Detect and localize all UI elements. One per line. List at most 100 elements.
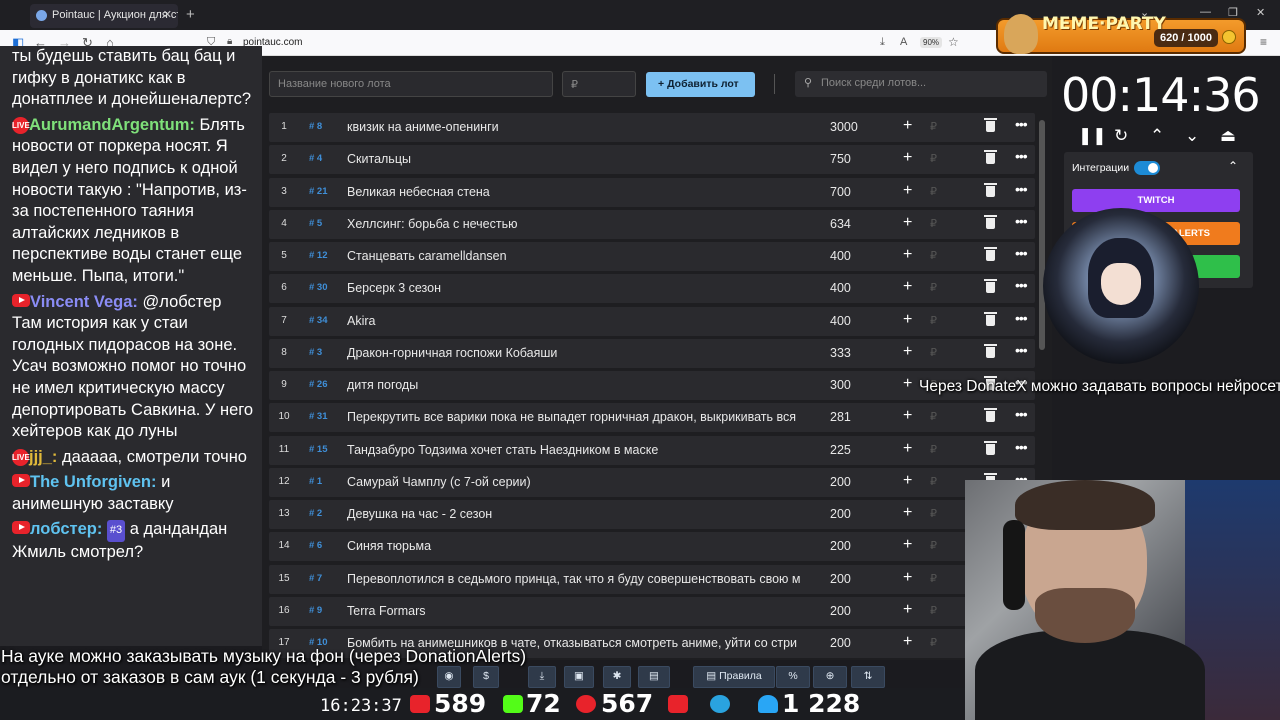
more-options-icon[interactable]: •••	[1015, 406, 1028, 422]
lot-list-scrollbar[interactable]	[1039, 120, 1045, 350]
lot-row[interactable]: 13# 2Девушка на час - 2 сезон200+₽•••	[269, 500, 1035, 529]
lot-row[interactable]: 12 # 1 Самурай Чамплу (с 7-ой серии) 200 + ₽ •…	[269, 467, 1035, 497]
lot-name[interactable]: Перекрутить все варики пока не выпадет г…	[347, 410, 811, 424]
lot-row[interactable]: 7 # 34 Akira 400 + ₽ •••	[269, 306, 1035, 336]
add-amount-icon[interactable]: +	[903, 536, 912, 554]
add-amount-input[interactable]: ₽	[930, 410, 937, 423]
lot-row[interactable]: 10 # 31 Перекрутить все варики пока не вып…	[269, 403, 1035, 433]
lot-amount[interactable]: 200	[830, 475, 851, 489]
more-options-icon[interactable]: •••	[1015, 181, 1028, 197]
add-amount-input[interactable]: ₽	[930, 185, 937, 198]
add-amount-input[interactable]: ₽	[930, 475, 937, 488]
bug-icon[interactable]: ✱	[603, 666, 631, 688]
lot-name[interactable]: Скитальцы	[347, 152, 811, 166]
lot-name[interactable]: Станцевать caramelldansen	[347, 249, 811, 263]
lot-row[interactable]: 15 # 7 Перевоплотился в седьмого принца, т…	[269, 564, 1035, 594]
zoom-level[interactable]: 90%	[920, 37, 943, 48]
percent-button[interactable]: %	[776, 666, 810, 688]
pause-icon[interactable]: ❚❚	[1078, 126, 1107, 146]
lot-name[interactable]: Синяя тюрьма	[347, 539, 811, 553]
close-window-icon[interactable]: ✕	[1256, 6, 1265, 19]
lot-amount-input[interactable]: ₽	[562, 71, 636, 97]
add-amount-input[interactable]: ₽	[930, 539, 937, 552]
add-amount-icon[interactable]: +	[903, 440, 912, 458]
lot-name[interactable]: Хеллсинг: борьба с нечестью	[347, 217, 811, 231]
lot-search-input[interactable]: ⚲ Поиск среди лотов...	[795, 71, 1047, 97]
lot-name[interactable]: Дракон-горничная госпожи Кобаяши	[347, 346, 811, 360]
delete-icon[interactable]	[984, 440, 997, 455]
add-amount-input[interactable]: ₽	[930, 572, 937, 585]
more-options-icon[interactable]: •••	[1015, 245, 1028, 261]
lot-amount[interactable]: 281	[830, 410, 851, 424]
lot-amount[interactable]: 400	[830, 314, 851, 328]
add-amount-icon[interactable]: +	[903, 633, 912, 651]
reset-icon[interactable]: ↻	[1114, 126, 1128, 146]
lot-name[interactable]: Берсерк 3 сезон	[347, 281, 811, 295]
lot-amount[interactable]: 200	[830, 572, 851, 586]
clear-icon[interactable]: ▤	[638, 666, 670, 688]
delete-icon[interactable]	[984, 247, 997, 261]
add-amount-icon[interactable]: +	[903, 569, 912, 587]
more-options-icon[interactable]: •••	[1015, 148, 1028, 164]
add-amount-input[interactable]: ₽	[930, 217, 937, 230]
more-options-icon[interactable]: •••	[1015, 439, 1028, 455]
delete-icon[interactable]	[984, 214, 997, 229]
lot-name[interactable]: Akira	[347, 314, 811, 328]
add-amount-input[interactable]: ₽	[930, 281, 937, 294]
delete-icon[interactable]	[984, 279, 997, 294]
save-icon[interactable]: ▣	[564, 666, 594, 688]
lot-row[interactable]: 4 # 5 Хеллсинг: борьба с нечестью 634 + ₽ •••	[269, 209, 1035, 239]
lot-amount[interactable]: 634	[830, 217, 851, 231]
add-amount-icon[interactable]: +	[903, 504, 912, 522]
chevron-up-icon[interactable]: ⌃	[1228, 159, 1238, 173]
add-amount-input[interactable]: ₽	[930, 249, 937, 262]
lot-row[interactable]: 6 # 30 Берсерк 3 сезон 400 + ₽ •••	[269, 274, 1035, 304]
lot-row[interactable]: 2 # 4 Скитальцы 750 + ₽ •••	[269, 145, 1035, 175]
lot-row[interactable]: 1 # 8 квизик на аниме-опенинги 3000 + ₽ •••	[269, 113, 1035, 142]
lot-row[interactable]: 16# 9Terra Formars200+₽•••	[269, 596, 1035, 626]
lot-amount[interactable]: 200	[830, 604, 851, 618]
add-amount-icon[interactable]: +	[903, 214, 912, 232]
add-amount-icon[interactable]: +	[903, 278, 912, 296]
integrations-toggle[interactable]	[1134, 161, 1160, 175]
more-options-icon[interactable]: •••	[1015, 342, 1028, 358]
more-options-icon[interactable]: •••	[1015, 310, 1028, 326]
add-amount-input[interactable]: ₽	[930, 507, 937, 520]
add-amount-input[interactable]: ₽	[930, 346, 937, 359]
close-tab-icon[interactable]: ✕	[163, 8, 172, 21]
add-amount-input[interactable]: ₽	[930, 636, 937, 649]
lot-row[interactable]: 14# 6Синяя тюрьма200+₽•••	[269, 532, 1035, 562]
add-lot-button[interactable]: + Добавить лот	[646, 72, 755, 97]
lot-amount[interactable]: 225	[830, 443, 851, 457]
delete-icon[interactable]	[984, 311, 997, 326]
increase-icon[interactable]: ⌃	[1150, 126, 1164, 146]
delete-icon[interactable]	[984, 343, 997, 358]
lot-name[interactable]: Великая небесная стена	[347, 185, 811, 199]
add-amount-icon[interactable]: +	[903, 375, 912, 393]
delete-icon[interactable]	[984, 408, 997, 423]
download-icon[interactable]: ⤓	[880, 36, 885, 49]
more-options-icon[interactable]: •••	[1015, 277, 1028, 293]
browser-tab[interactable]: Pointauc | Аукцион для стрим ✕	[30, 4, 178, 28]
add-amount-input[interactable]: ₽	[930, 314, 937, 327]
lot-name[interactable]: Самурай Чамплу (с 7-ой серии)	[347, 475, 811, 489]
github-icon[interactable]: ◉	[437, 666, 461, 688]
decrease-icon[interactable]: ⌄	[1185, 126, 1199, 146]
lot-row[interactable]: 11 # 15 Тандзабуро Тодзима хочет стать Нае…	[269, 435, 1035, 465]
lot-row[interactable]: 5 # 12 Станцевать caramelldansen 400 + ₽ •••	[269, 242, 1035, 271]
lot-row[interactable]: 8 # 3 Дракон-горничная госпожи Кобаяши 333 +…	[269, 338, 1035, 368]
add-amount-icon[interactable]: +	[903, 246, 912, 264]
lot-amount[interactable]: 700	[830, 185, 851, 199]
lot-name[interactable]: дитя погоды	[347, 378, 811, 392]
lot-amount[interactable]: 300	[830, 378, 851, 392]
download-icon[interactable]: ⤓	[528, 666, 556, 688]
minimize-icon[interactable]: —	[1200, 6, 1211, 18]
translate-icon[interactable]: A	[900, 36, 907, 48]
add-amount-icon[interactable]: +	[903, 343, 912, 361]
twitch-button[interactable]: TWITCH	[1072, 189, 1240, 212]
lot-row[interactable]: 3 # 21 Великая небесная стена 700 + ₽ •••	[269, 177, 1035, 207]
new-lot-input[interactable]: Название нового лота	[269, 71, 553, 97]
delete-icon[interactable]	[984, 182, 997, 197]
lot-amount[interactable]: 200	[830, 507, 851, 521]
lot-amount[interactable]: 750	[830, 152, 851, 166]
